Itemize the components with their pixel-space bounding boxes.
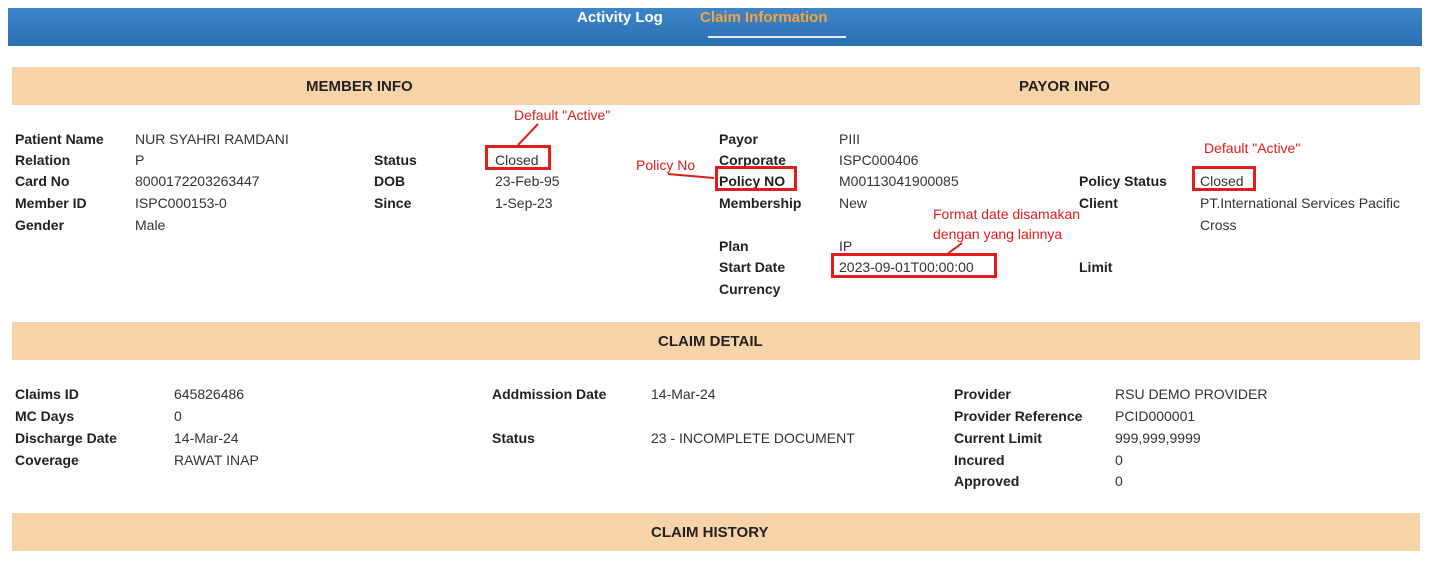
arrow-policy-no bbox=[667, 173, 715, 179]
annotation-arrows bbox=[517, 123, 963, 256]
arrow-status bbox=[517, 123, 539, 146]
arrow-start-date bbox=[945, 242, 963, 256]
